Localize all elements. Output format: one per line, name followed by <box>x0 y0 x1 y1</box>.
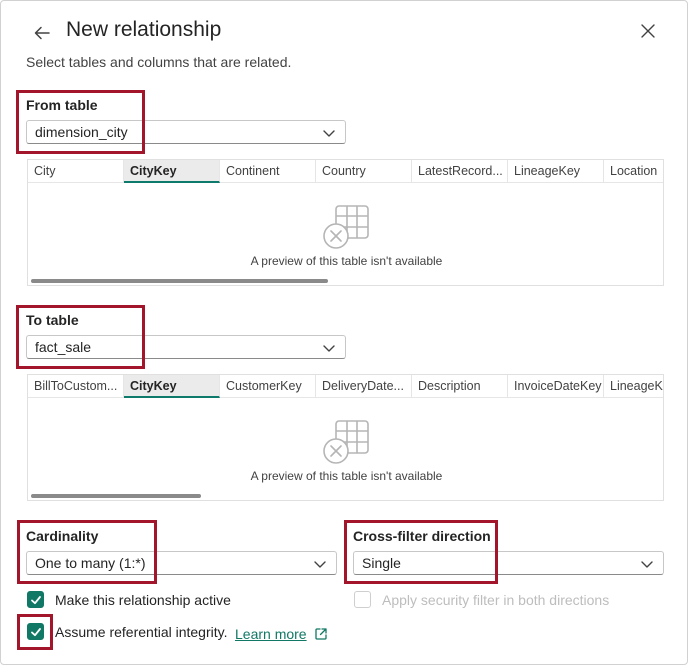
from-table-label: From table <box>26 97 98 113</box>
from-table-dropdown[interactable]: dimension_city <box>26 120 346 144</box>
from-table-value: dimension_city <box>35 124 128 140</box>
referential-integrity-checkbox[interactable] <box>27 623 44 640</box>
from-column-header[interactable]: City <box>28 160 124 183</box>
arrow-left-icon <box>34 26 50 40</box>
back-button[interactable] <box>29 20 55 46</box>
table-unavailable-icon <box>322 205 369 249</box>
from-column-header-selected[interactable]: CityKey <box>124 160 220 183</box>
make-active-label: Make this relationship active <box>55 592 231 608</box>
cardinality-value: One to many (1:*) <box>35 555 146 571</box>
to-column-header[interactable]: CustomerKey <box>220 375 316 398</box>
to-column-header[interactable]: InvoiceDateKey <box>508 375 604 398</box>
from-column-header[interactable]: Country <box>316 160 412 183</box>
chevron-down-icon <box>314 561 326 568</box>
learn-more-link[interactable]: Learn more <box>235 626 328 642</box>
chevron-down-icon <box>323 345 335 352</box>
referential-integrity-label: Assume referential integrity. <box>55 624 228 640</box>
from-column-header[interactable]: LatestRecord... <box>412 160 508 183</box>
crossfilter-dropdown[interactable]: Single <box>353 551 664 575</box>
from-column-header[interactable]: Location <box>604 160 663 183</box>
from-empty-state: A preview of this table isn't available <box>28 204 663 268</box>
to-empty-state: A preview of this table isn't available <box>28 419 663 483</box>
crossfilter-value: Single <box>362 555 401 571</box>
to-column-header-selected[interactable]: CityKey <box>124 375 220 398</box>
learn-more-text: Learn more <box>235 626 307 642</box>
chevron-down-icon <box>641 561 653 568</box>
security-filter-label: Apply security filter in both directions <box>382 592 610 608</box>
security-filter-checkbox <box>354 591 371 608</box>
chevron-down-icon <box>323 130 335 137</box>
cardinality-label: Cardinality <box>26 528 99 544</box>
from-column-header[interactable]: LineageKey <box>508 160 604 183</box>
from-table-columns: City CityKey Continent Country LatestRec… <box>28 160 663 183</box>
to-table-columns: BillToCustom... CityKey CustomerKey Deli… <box>28 375 663 398</box>
from-table-preview: City CityKey Continent Country LatestRec… <box>27 159 664 286</box>
to-table-label: To table <box>26 312 79 328</box>
crossfilter-label: Cross-filter direction <box>353 528 491 544</box>
cardinality-dropdown[interactable]: One to many (1:*) <box>26 551 337 575</box>
new-relationship-dialog: New relationship Select tables and colum… <box>0 0 688 665</box>
from-column-header[interactable]: Continent <box>220 160 316 183</box>
close-button[interactable] <box>635 18 661 44</box>
dialog-subtitle: Select tables and columns that are relat… <box>26 54 292 70</box>
to-table-preview: BillToCustom... CityKey CustomerKey Deli… <box>27 374 664 501</box>
close-icon <box>641 24 655 38</box>
open-external-icon <box>314 628 327 640</box>
to-column-header[interactable]: DeliveryDate... <box>316 375 412 398</box>
to-horizontal-scrollbar[interactable] <box>31 494 201 498</box>
from-horizontal-scrollbar[interactable] <box>31 279 328 283</box>
to-empty-text: A preview of this table isn't available <box>250 469 443 483</box>
to-table-dropdown[interactable]: fact_sale <box>26 335 346 359</box>
to-table-value: fact_sale <box>35 339 92 355</box>
dialog-title: New relationship <box>66 18 222 41</box>
to-column-header[interactable]: LineageKe <box>604 375 663 398</box>
to-column-header[interactable]: BillToCustom... <box>28 375 124 398</box>
to-column-header[interactable]: Description <box>412 375 508 398</box>
from-empty-text: A preview of this table isn't available <box>250 254 443 268</box>
checkmark-icon <box>30 595 41 604</box>
checkmark-icon <box>30 627 41 636</box>
make-active-checkbox[interactable] <box>27 591 44 608</box>
table-unavailable-icon <box>322 420 369 464</box>
